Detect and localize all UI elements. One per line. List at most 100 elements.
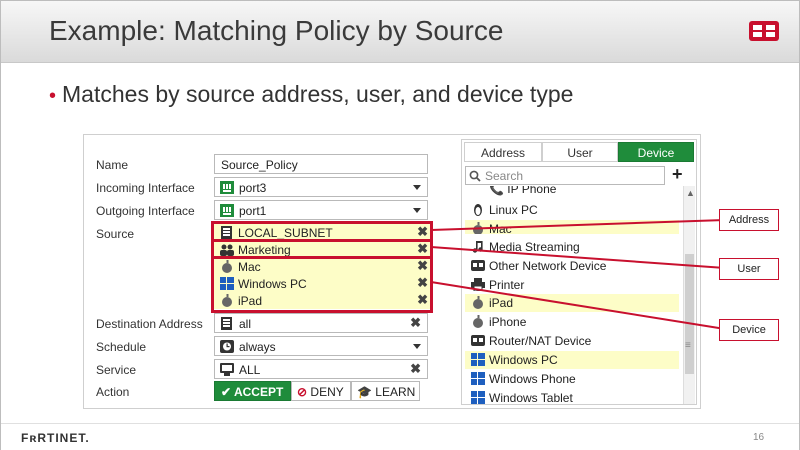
outgoing-interface-value: port1 [239, 204, 267, 218]
callout-address: Address [719, 209, 779, 231]
clock-icon [220, 340, 234, 353]
linux-icon [474, 204, 482, 216]
fortinet-logo-icon [749, 21, 779, 41]
incoming-interface-select[interactable]: port3 [214, 177, 428, 197]
incoming-interface-value: port3 [239, 181, 267, 195]
scrollbar[interactable]: ▲ ≡ [683, 186, 695, 404]
device-item-media-streaming[interactable]: Media Streaming [465, 238, 679, 256]
windows-icon [471, 391, 485, 404]
router-icon [471, 335, 485, 346]
device-item-label: iPhone [489, 315, 527, 329]
device-item-linux-pc[interactable]: Linux PC [465, 201, 679, 219]
device-item-label: Linux PC [489, 203, 538, 217]
label-service: Service [96, 363, 137, 377]
device-item-label: 📞 IP Phone [489, 186, 557, 196]
address-icon [221, 317, 232, 330]
label-schedule: Schedule [96, 340, 147, 354]
printer-icon [471, 278, 485, 291]
apple-icon [473, 315, 483, 328]
tab-device[interactable]: Device [618, 142, 694, 162]
name-value: Source_Policy [221, 158, 298, 172]
device-item-windows-phone[interactable]: Windows Phone [465, 370, 679, 388]
chevron-down-icon [413, 185, 421, 190]
music-note-icon [472, 241, 483, 253]
windows-icon [471, 353, 485, 366]
policy-screenshot: Name Incoming Interface Outgoing Interfa… [83, 134, 701, 409]
label-source: Source [96, 227, 135, 241]
bullet-point: • Matches by source address, user, and de… [49, 81, 573, 108]
schedule-value: always [239, 340, 276, 354]
chevron-down-icon [413, 344, 421, 349]
title-bar: Example: Matching Policy by Source [1, 1, 799, 63]
bullet-dot-icon: • [49, 85, 57, 107]
object-selector-panel: Address User Device Search + 📞 IP Phone … [461, 139, 697, 405]
windows-icon [471, 372, 485, 385]
destination-address-value: all [239, 317, 252, 331]
device-item-label: Mac [489, 222, 512, 234]
tab-address[interactable]: Address [464, 142, 542, 162]
deny-button[interactable]: ⊘ DENY [291, 381, 351, 401]
brand-logo: FʀRTINET. [21, 431, 90, 445]
label-destination-address: Destination Address [96, 317, 203, 331]
learn-button[interactable]: 🎓 LEARN [351, 381, 420, 401]
callout-device: Device [719, 319, 779, 341]
label-outgoing-interface: Outgoing Interface [96, 204, 195, 218]
device-item-other-network-device[interactable]: Other Network Device [465, 257, 679, 275]
scrollbar-thumb[interactable] [685, 254, 694, 374]
outgoing-interface-select[interactable]: port1 [214, 200, 428, 220]
device-item-label: iPad [489, 296, 514, 310]
add-icon[interactable]: + [672, 164, 683, 185]
device-item-label: Windows Tablet [489, 391, 573, 405]
bullet-text: Matches by source address, user, and dev… [62, 81, 574, 107]
chevron-down-icon [413, 208, 421, 213]
deny-icon: ⊘ [297, 385, 308, 399]
service-icon [220, 363, 234, 376]
slide-title: Example: Matching Policy by Source [49, 15, 504, 46]
tab-user[interactable]: User [542, 142, 618, 162]
device-item-mac[interactable]: Mac [465, 220, 679, 234]
destination-address-field[interactable]: all ✖ [214, 313, 428, 333]
graduation-cap-icon: 🎓 [357, 385, 372, 399]
accept-label: ✔ ACCEPT [221, 385, 284, 399]
label-action: Action [96, 385, 130, 399]
device-item-iphone[interactable]: iPhone [465, 313, 679, 331]
device-item-router-nat-device[interactable]: Router/NAT Device [465, 332, 679, 350]
service-value: ALL [239, 363, 261, 377]
device-item-ipad[interactable]: iPad [465, 294, 679, 312]
network-device-icon [471, 260, 485, 271]
accept-button[interactable]: ✔ ACCEPT [214, 381, 291, 401]
page-number: 16 [753, 432, 765, 443]
slide: Example: Matching Policy by Source • Matc… [0, 0, 800, 450]
port-icon [220, 204, 234, 217]
deny-label: ⊘ DENY [297, 385, 344, 399]
name-input[interactable]: Source_Policy [214, 154, 428, 174]
device-item-label: Windows Phone [489, 372, 576, 386]
port-icon [220, 181, 234, 194]
scroll-grip-icon: ≡ [685, 340, 691, 351]
search-icon [469, 170, 481, 182]
device-item-printer[interactable]: Printer [465, 276, 679, 294]
label-incoming-interface: Incoming Interface [96, 181, 195, 195]
callout-user: User [719, 258, 779, 280]
device-item-windows-pc[interactable]: Windows PC [465, 351, 679, 369]
search-input[interactable]: Search [465, 166, 665, 185]
device-item-label: Media Streaming [489, 240, 580, 254]
device-item-label: Other Network Device [489, 259, 607, 273]
apple-icon [473, 296, 483, 309]
label-name: Name [96, 158, 129, 172]
footer: FʀRTINET. 16 [1, 423, 799, 450]
learn-label: 🎓 LEARN [357, 385, 416, 399]
device-item-windows-tablet[interactable]: Windows Tablet [465, 389, 679, 407]
device-item-label: Windows PC [489, 353, 558, 367]
remove-icon[interactable]: ✖ [410, 315, 421, 331]
schedule-select[interactable]: always [214, 336, 428, 356]
device-item-label: Printer [489, 278, 525, 292]
remove-icon[interactable]: ✖ [410, 361, 421, 377]
scroll-up-icon[interactable]: ▲ [686, 188, 695, 198]
device-highlight-box [211, 256, 433, 313]
search-placeholder: Search [485, 169, 524, 183]
device-item-label: Router/NAT Device [489, 334, 592, 348]
apple-icon [473, 222, 483, 234]
device-item-ip-phone[interactable]: 📞 IP Phone [465, 186, 679, 198]
service-field[interactable]: ALL ✖ [214, 359, 428, 379]
